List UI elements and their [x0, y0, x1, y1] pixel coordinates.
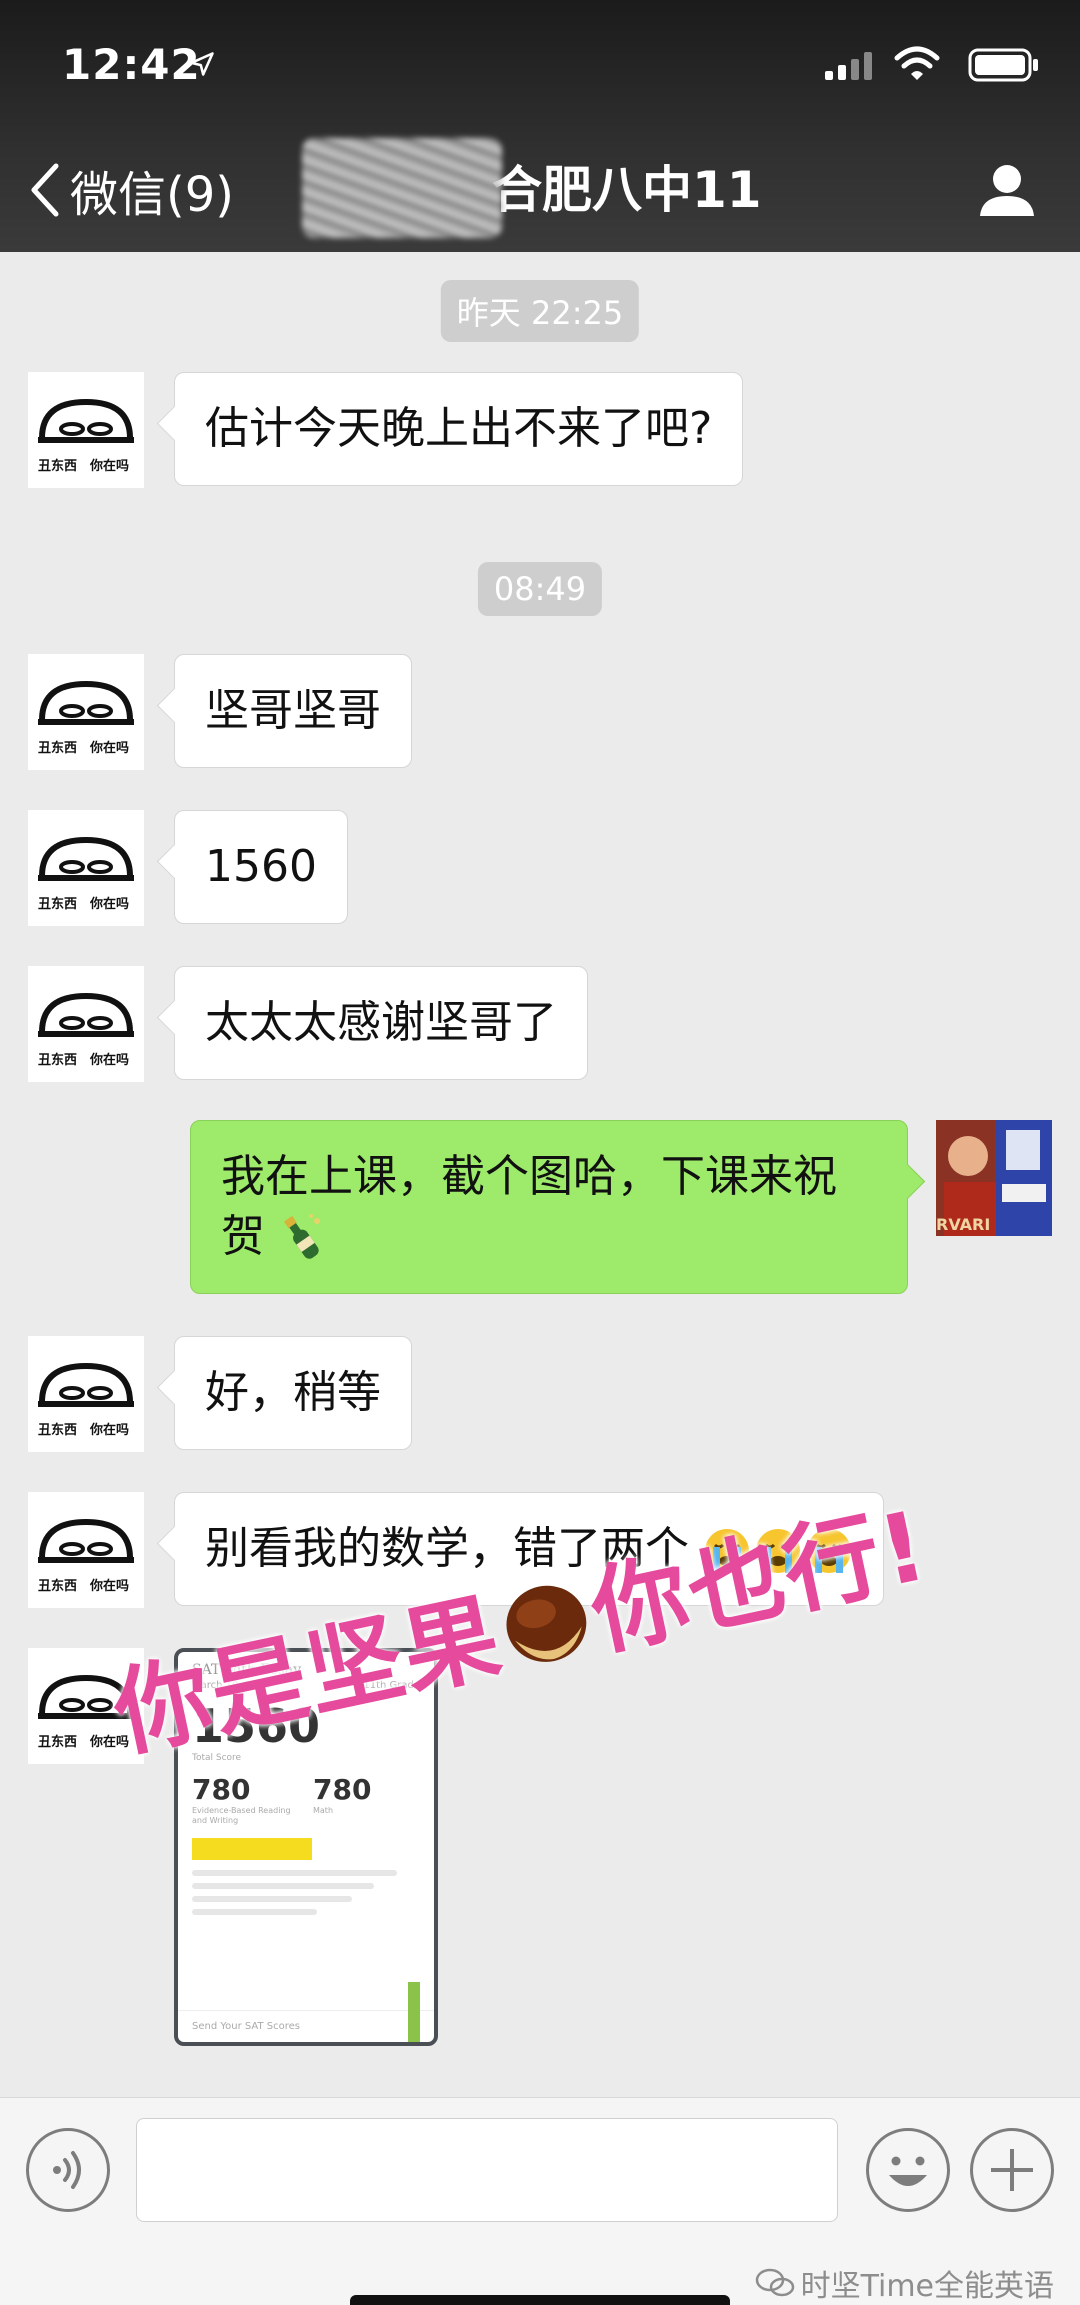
- message-list[interactable]: 昨天 22:25 丑东西 你在吗 估计今天晚上出不来了吧? 08:49 丑东西 …: [0, 252, 1080, 2097]
- back-label: 微信(9): [70, 167, 234, 223]
- status-bar: 12:42: [62, 40, 1040, 100]
- message-input[interactable]: [136, 2118, 838, 2222]
- plus-icon: [991, 2149, 1033, 2191]
- avatar[interactable]: 丑东西 你在吗: [28, 810, 144, 926]
- nav-bar: 微信(9) 合肥八中11: [0, 150, 1080, 230]
- avatar-text-right: 你在吗: [89, 1578, 129, 1594]
- svg-text:RVARI: RVARI: [936, 1215, 990, 1234]
- message-bubble[interactable]: 太太太感谢坚哥了: [174, 966, 588, 1080]
- status-time: 12:42: [62, 40, 201, 89]
- avatar-text-left: 丑东西: [38, 1578, 77, 1594]
- avatar-text-left: 丑东西: [38, 896, 77, 912]
- chat-title: 合肥八中11: [492, 161, 762, 219]
- location-arrow-icon: [190, 52, 214, 76]
- sat-section1-label: Evidence-Based Reading and Writing: [192, 1806, 291, 1825]
- wifi-icon: [894, 46, 940, 80]
- avatar-text-right: 你在吗: [89, 1052, 129, 1068]
- watermark: 时坚Time全能英语: [755, 2261, 1054, 2305]
- message-bubble[interactable]: 好，稍等: [174, 1336, 412, 1450]
- message-bubble[interactable]: 坚哥坚哥: [174, 654, 412, 768]
- sat-section-math: 780 Math: [313, 1773, 420, 1826]
- contact-avatar-logo: 丑东西 你在吗: [38, 1362, 134, 1438]
- contact-avatar-logo: 丑东西 你在吗: [38, 992, 134, 1068]
- chat-header: 12:42 微信(9) 合肥八中11: [0, 0, 1080, 252]
- timestamp: 昨天 22:25: [440, 280, 640, 342]
- message-bubble[interactable]: 1560: [174, 810, 348, 924]
- contact-avatar-logo: 丑东西 你在吗: [38, 398, 134, 474]
- smiley-icon: [889, 2156, 927, 2186]
- avatar-text-left: 丑东西: [38, 1422, 77, 1438]
- wechat-icon: [755, 2268, 794, 2297]
- avatar-text-right: 你在吗: [89, 458, 129, 474]
- sat-scroll-accent: [408, 1982, 420, 2042]
- sat-text-lines: [178, 1860, 434, 1932]
- avatar-text-right: 你在吗: [89, 740, 129, 756]
- cellular-signal-icon: [825, 50, 872, 80]
- avatar-text-left: 丑东西: [38, 458, 77, 474]
- contact-avatar-logo: 丑东西 你在吗: [38, 836, 134, 912]
- avatar-text-left: 丑东西: [38, 740, 77, 756]
- voice-button[interactable]: [26, 2128, 110, 2212]
- avatar-text-left: 丑东西: [38, 1052, 77, 1068]
- redacted-name-blur: [302, 138, 502, 238]
- avatar[interactable]: 丑东西 你在吗: [28, 1336, 144, 1452]
- avatar[interactable]: 丑东西 你在吗: [28, 1492, 144, 1608]
- timestamp: 08:49: [477, 562, 603, 616]
- more-button[interactable]: [970, 2128, 1054, 2212]
- back-button[interactable]: 微信(9): [28, 150, 234, 230]
- contact-avatar-logo: 丑东西 你在吗: [38, 1518, 134, 1594]
- outgoing-message-bubble[interactable]: 我在上课，截个图哈，下课来祝贺: [190, 1120, 908, 1294]
- voice-icon: [53, 2151, 81, 2189]
- sat-section1-score: 780: [192, 1773, 251, 1806]
- watermark-text: 时坚Time全能英语: [800, 2269, 1054, 2304]
- sat-section-scores: 780 Evidence-Based Reading and Writing 7…: [178, 1763, 434, 1826]
- avatar[interactable]: 丑东西 你在吗: [28, 372, 144, 488]
- avatar[interactable]: 丑东西 你在吗: [28, 966, 144, 1082]
- self-avatar-photo: RVARI: [936, 1120, 1052, 1236]
- avatar-text-right: 你在吗: [89, 896, 129, 912]
- avatar-text-left: 丑东西: [38, 1734, 77, 1750]
- emoji-button[interactable]: [866, 2128, 950, 2212]
- message-bubble[interactable]: 估计今天晚上出不来了吧?: [174, 372, 744, 486]
- champagne-bottle-icon: [283, 1214, 320, 1259]
- chevron-left-icon: [31, 163, 59, 217]
- avatar[interactable]: 丑东西 你在吗: [28, 654, 144, 770]
- avatar-text-right: 你在吗: [89, 1422, 129, 1438]
- contact-avatar-logo: 丑东西 你在吗: [38, 680, 134, 756]
- sat-footer: Send Your SAT Scores: [178, 2010, 434, 2042]
- sat-section2-score: 780: [313, 1773, 372, 1806]
- profile-icon[interactable]: [978, 162, 1036, 218]
- sat-section-reading: 780 Evidence-Based Reading and Writing: [192, 1773, 299, 1826]
- sat-section2-label: Math: [313, 1806, 334, 1815]
- battery-icon: [968, 48, 1038, 82]
- self-avatar[interactable]: RVARI: [936, 1120, 1052, 1236]
- input-bar: 时坚Time全能英语: [0, 2097, 1080, 2305]
- sat-highlight-bar: [192, 1838, 312, 1860]
- home-indicator: [350, 2295, 730, 2305]
